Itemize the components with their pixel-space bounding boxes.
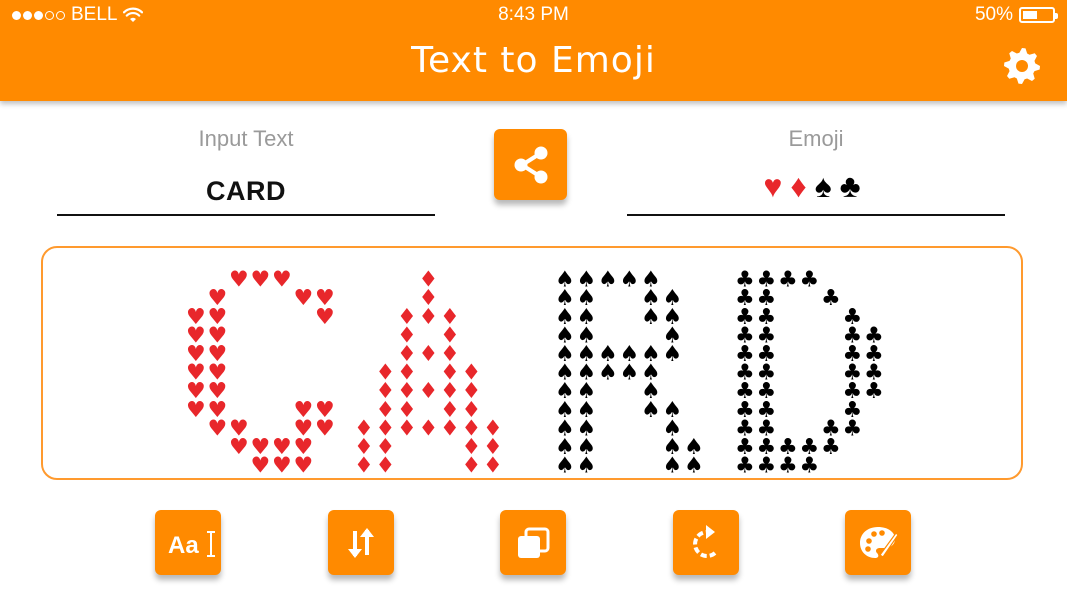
- art-glyph-r: ♠: [663, 342, 683, 367]
- art-glyph-c: ♥: [229, 268, 249, 293]
- art-glyph-r: ♠: [641, 305, 661, 330]
- status-bar: BELL 8:43 PM 50%: [0, 0, 1067, 30]
- heart-icon: ♥: [763, 168, 791, 204]
- art-glyph-r: ♠: [598, 361, 618, 386]
- art-glyph-c: ♥: [208, 416, 228, 441]
- art-glyph-c: ♥: [272, 454, 292, 478]
- emoji-art-canvas: ♥ ♥ ♥ ♥ ♥ ♥ ♥ ♥ ♥ ♥ ♥ ♥ ♥ ♥ ♥ ♥ ♥ ♥ ♥ ♥ ♥ ♥ ♥ ♥ ♥ ♥ ♥ ♥ ♥ ♥ ♥ ♥ ♦ ♦ ♦ ♦ ♦ ♦ ♦ ♦…: [41, 246, 1023, 480]
- input-text-field[interactable]: CARD: [57, 176, 435, 207]
- art-glyph-r: ♠: [641, 398, 661, 423]
- art-glyph-c: ♥: [294, 286, 314, 311]
- emoji-art: ♥ ♥ ♥♥ ♥ ♥♥ ♥ ♥♥ ♥♥ ♥♥ ♥♥ ♥♥ ♥ ♥ ♥♥ ♥ ♥ ♥♥ ♥ ♥ ♥♥ ♥ ♥♦♦♦ ♦ ♦♦ ♦♦…: [186, 268, 884, 478]
- art-glyph-r: ♠: [620, 268, 640, 293]
- page-title: Text to Emoji: [411, 40, 656, 81]
- art-glyph-c: ♥: [315, 305, 335, 330]
- app-header: BELL 8:43 PM 50% Text to Emoji: [0, 0, 1067, 101]
- art-glyph-d: ♣: [843, 416, 863, 441]
- emoji-label: Emoji: [788, 126, 844, 151]
- swap-vertical-icon: [348, 527, 374, 558]
- art-glyph-r: ♠: [620, 361, 640, 386]
- art-glyph-c: ♥: [251, 454, 271, 478]
- battery-icon: [1019, 7, 1058, 23]
- font-button[interactable]: Aa: [155, 510, 221, 575]
- art-glyph-a: ♦: [483, 454, 503, 478]
- art-glyph-d: ♣: [757, 454, 777, 478]
- palette-icon: [860, 526, 899, 558]
- diamond-icon: ♦: [790, 168, 815, 204]
- art-glyph-d: ♣: [735, 454, 755, 478]
- art-glyph-a: ♦: [419, 416, 439, 441]
- art-glyph-c: ♥: [186, 398, 206, 423]
- emoji-field[interactable]: ♥♦♠♣: [627, 168, 1005, 205]
- art-glyph-c: ♥: [294, 454, 314, 478]
- art-glyph-d: ♣: [821, 286, 841, 311]
- input-underline: [57, 214, 435, 216]
- art-glyph-r: ♠: [598, 268, 618, 293]
- battery-percent: 50%: [974, 4, 1013, 25]
- art-glyph-a: ♦: [440, 416, 460, 441]
- gear-icon[interactable]: [1002, 46, 1042, 86]
- art-glyph-c: ♥: [315, 416, 335, 441]
- reset-button[interactable]: [673, 510, 739, 575]
- art-glyph-d: ♣: [800, 454, 820, 478]
- art-glyph-a: ♦: [354, 454, 374, 478]
- art-glyph-d: ♣: [778, 268, 798, 293]
- swap-button[interactable]: [328, 510, 394, 575]
- copy-button[interactable]: [500, 510, 566, 575]
- art-glyph-d: ♣: [800, 268, 820, 293]
- art-glyph-a: ♦: [376, 454, 396, 478]
- palette-button[interactable]: [845, 510, 911, 575]
- art-glyph-r: ♠: [577, 454, 597, 478]
- art-glyph-a: ♦: [419, 305, 439, 330]
- status-time: 8:43 PM: [498, 4, 569, 25]
- share-button[interactable]: [494, 129, 567, 200]
- status-right: 50%: [974, 4, 1058, 26]
- input-text-label: Input Text: [198, 126, 294, 151]
- share-icon: [514, 146, 547, 183]
- svg-text:Aa: Aa: [168, 532, 199, 559]
- art-glyph-d: ♣: [821, 435, 841, 460]
- font-size-icon: Aa: [168, 530, 215, 559]
- club-icon: ♣: [839, 168, 869, 204]
- art-glyph-r: ♠: [555, 454, 575, 478]
- art-glyph-r: ♠: [684, 454, 704, 478]
- art-glyph-r: ♠: [663, 454, 683, 478]
- art-glyph-a: ♦: [419, 342, 439, 367]
- art-glyph-a: ♦: [397, 416, 417, 441]
- art-glyph-c: ♥: [229, 435, 249, 460]
- art-glyph-a: ♦: [462, 454, 482, 478]
- copy-icon: [518, 527, 550, 558]
- spade-icon: ♠: [814, 168, 840, 204]
- art-glyph-a: ♦: [419, 379, 439, 404]
- art-glyph-c: ♥: [251, 268, 271, 293]
- rotate-icon: [693, 524, 717, 558]
- emoji-underline: [627, 214, 1005, 216]
- art-glyph-d: ♣: [778, 454, 798, 478]
- art-glyph-d: ♣: [864, 379, 884, 404]
- art-glyph-c: ♥: [272, 268, 292, 293]
